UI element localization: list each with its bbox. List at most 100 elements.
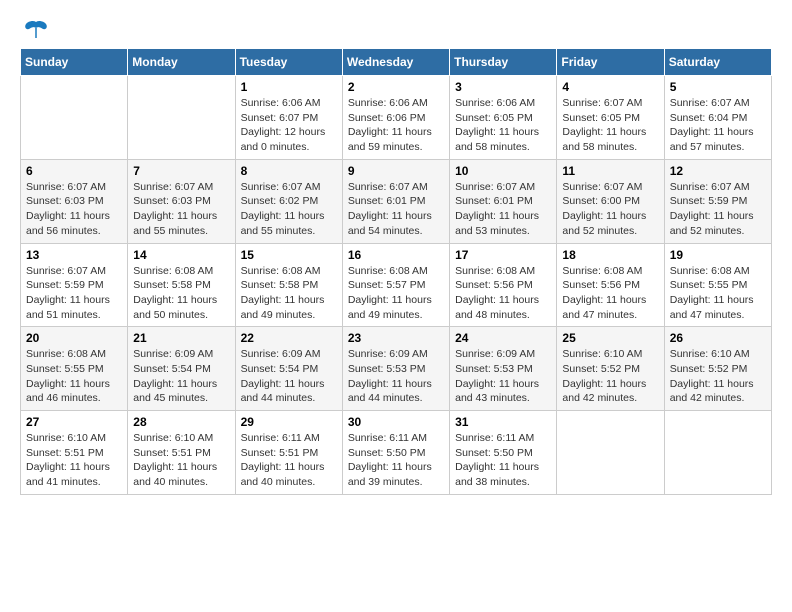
calendar-cell: 17Sunrise: 6:08 AM Sunset: 5:56 PM Dayli… <box>450 243 557 327</box>
day-info: Sunrise: 6:09 AM Sunset: 5:54 PM Dayligh… <box>241 347 337 406</box>
calendar-cell <box>557 411 664 495</box>
day-info: Sunrise: 6:06 AM Sunset: 6:07 PM Dayligh… <box>241 96 337 155</box>
day-number: 6 <box>26 164 122 178</box>
day-number: 15 <box>241 248 337 262</box>
day-number: 24 <box>455 331 551 345</box>
day-number: 1 <box>241 80 337 94</box>
calendar-cell: 14 Sunrise: 6:08 AM Sunset: 5:58 PM Dayli… <box>128 243 235 327</box>
header-tuesday: Tuesday <box>235 49 342 76</box>
day-info: Sunrise: 6:07 AM Sunset: 6:03 PM Dayligh… <box>26 180 122 239</box>
calendar-week-row: 27 Sunrise: 6:10 AM Sunset: 5:51 PM Dayli… <box>21 411 772 495</box>
day-info: Sunrise: 6:07 AM Sunset: 6:03 PM Dayligh… <box>133 180 229 239</box>
day-info: Sunrise: 6:10 AM Sunset: 5:51 PM Dayligh… <box>26 431 122 490</box>
day-number: 26 <box>670 331 766 345</box>
page-header <box>20 20 772 38</box>
day-info: Sunrise: 6:07 AM Sunset: 6:01 PM Dayligh… <box>455 180 551 239</box>
header-sunday: Sunday <box>21 49 128 76</box>
day-number: 20 <box>26 331 122 345</box>
header-monday: Monday <box>128 49 235 76</box>
day-info: Sunrise: 6:09 AM Sunset: 5:53 PM Dayligh… <box>348 347 444 406</box>
day-number: 7 <box>133 164 229 178</box>
calendar-cell: 18 Sunrise: 6:08 AM Sunset: 5:56 PM Dayli… <box>557 243 664 327</box>
day-info: Sunrise: 6:07 AM Sunset: 6:01 PM Dayligh… <box>348 180 444 239</box>
day-number: 11 <box>562 164 658 178</box>
calendar-cell: 5 Sunrise: 6:07 AM Sunset: 6:04 PM Daylig… <box>664 76 771 160</box>
day-info: Sunrise: 6:09 AM Sunset: 5:54 PM Dayligh… <box>133 347 229 406</box>
day-number: 8 <box>241 164 337 178</box>
calendar-week-row: 6 Sunrise: 6:07 AM Sunset: 6:03 PM Daylig… <box>21 159 772 243</box>
calendar-week-row: 1 Sunrise: 6:06 AM Sunset: 6:07 PM Daylig… <box>21 76 772 160</box>
calendar-week-row: 20 Sunrise: 6:08 AM Sunset: 5:55 PM Dayli… <box>21 327 772 411</box>
calendar-cell: 13 Sunrise: 6:07 AM Sunset: 5:59 PM Dayli… <box>21 243 128 327</box>
day-number: 31 <box>455 415 551 429</box>
header-wednesday: Wednesday <box>342 49 449 76</box>
calendar-cell: 22 Sunrise: 6:09 AM Sunset: 5:54 PM Dayli… <box>235 327 342 411</box>
day-number: 2 <box>348 80 444 94</box>
calendar-cell: 2 Sunrise: 6:06 AM Sunset: 6:06 PM Daylig… <box>342 76 449 160</box>
day-number: 28 <box>133 415 229 429</box>
calendar-cell: 11Sunrise: 6:07 AM Sunset: 6:00 PM Dayli… <box>557 159 664 243</box>
day-info: Sunrise: 6:10 AM Sunset: 5:51 PM Dayligh… <box>133 431 229 490</box>
day-number: 5 <box>670 80 766 94</box>
calendar-cell <box>664 411 771 495</box>
day-number: 16 <box>348 248 444 262</box>
calendar-cell: 25 Sunrise: 6:10 AM Sunset: 5:52 PM Dayli… <box>557 327 664 411</box>
day-number: 29 <box>241 415 337 429</box>
day-info: Sunrise: 6:06 AM Sunset: 6:06 PM Dayligh… <box>348 96 444 155</box>
day-info: Sunrise: 6:08 AM Sunset: 5:56 PM Dayligh… <box>455 264 551 323</box>
calendar-cell: 29 Sunrise: 6:11 AM Sunset: 5:51 PM Dayli… <box>235 411 342 495</box>
day-info: Sunrise: 6:08 AM Sunset: 5:55 PM Dayligh… <box>670 264 766 323</box>
day-number: 18 <box>562 248 658 262</box>
day-info: Sunrise: 6:10 AM Sunset: 5:52 PM Dayligh… <box>670 347 766 406</box>
day-info: Sunrise: 6:11 AM Sunset: 5:50 PM Dayligh… <box>455 431 551 490</box>
day-number: 19 <box>670 248 766 262</box>
calendar-cell: 31 Sunrise: 6:11 AM Sunset: 5:50 PM Dayli… <box>450 411 557 495</box>
day-info: Sunrise: 6:08 AM Sunset: 5:58 PM Dayligh… <box>133 264 229 323</box>
calendar-cell: 27 Sunrise: 6:10 AM Sunset: 5:51 PM Dayli… <box>21 411 128 495</box>
day-number: 25 <box>562 331 658 345</box>
calendar-cell: 15 Sunrise: 6:08 AM Sunset: 5:58 PM Dayli… <box>235 243 342 327</box>
header-thursday: Thursday <box>450 49 557 76</box>
calendar-cell: 4Sunrise: 6:07 AM Sunset: 6:05 PM Daylig… <box>557 76 664 160</box>
calendar-cell: 21 Sunrise: 6:09 AM Sunset: 5:54 PM Dayli… <box>128 327 235 411</box>
day-info: Sunrise: 6:08 AM Sunset: 5:55 PM Dayligh… <box>26 347 122 406</box>
calendar-cell: 24 Sunrise: 6:09 AM Sunset: 5:53 PM Dayli… <box>450 327 557 411</box>
calendar-cell <box>21 76 128 160</box>
day-info: Sunrise: 6:07 AM Sunset: 6:04 PM Dayligh… <box>670 96 766 155</box>
day-number: 9 <box>348 164 444 178</box>
calendar-cell: 9 Sunrise: 6:07 AM Sunset: 6:01 PM Daylig… <box>342 159 449 243</box>
day-info: Sunrise: 6:07 AM Sunset: 5:59 PM Dayligh… <box>670 180 766 239</box>
day-info: Sunrise: 6:09 AM Sunset: 5:53 PM Dayligh… <box>455 347 551 406</box>
day-info: Sunrise: 6:08 AM Sunset: 5:58 PM Dayligh… <box>241 264 337 323</box>
calendar-cell: 1 Sunrise: 6:06 AM Sunset: 6:07 PM Daylig… <box>235 76 342 160</box>
day-number: 30 <box>348 415 444 429</box>
day-number: 14 <box>133 248 229 262</box>
day-number: 4 <box>562 80 658 94</box>
day-number: 13 <box>26 248 122 262</box>
calendar-cell: 8Sunrise: 6:07 AM Sunset: 6:02 PM Daylig… <box>235 159 342 243</box>
calendar-cell: 23 Sunrise: 6:09 AM Sunset: 5:53 PM Dayli… <box>342 327 449 411</box>
logo <box>20 20 50 38</box>
day-number: 22 <box>241 331 337 345</box>
day-number: 12 <box>670 164 766 178</box>
calendar-cell: 26 Sunrise: 6:10 AM Sunset: 5:52 PM Dayli… <box>664 327 771 411</box>
day-info: Sunrise: 6:11 AM Sunset: 5:50 PM Dayligh… <box>348 431 444 490</box>
day-number: 21 <box>133 331 229 345</box>
day-number: 10 <box>455 164 551 178</box>
day-number: 27 <box>26 415 122 429</box>
day-info: Sunrise: 6:08 AM Sunset: 5:56 PM Dayligh… <box>562 264 658 323</box>
day-info: Sunrise: 6:11 AM Sunset: 5:51 PM Dayligh… <box>241 431 337 490</box>
header-friday: Friday <box>557 49 664 76</box>
day-info: Sunrise: 6:08 AM Sunset: 5:57 PM Dayligh… <box>348 264 444 323</box>
calendar-cell: 3Sunrise: 6:06 AM Sunset: 6:05 PM Daylig… <box>450 76 557 160</box>
calendar-cell: 12 Sunrise: 6:07 AM Sunset: 5:59 PM Dayli… <box>664 159 771 243</box>
calendar-cell: 7 Sunrise: 6:07 AM Sunset: 6:03 PM Daylig… <box>128 159 235 243</box>
day-number: 23 <box>348 331 444 345</box>
calendar-cell: 28 Sunrise: 6:10 AM Sunset: 5:51 PM Dayli… <box>128 411 235 495</box>
calendar-table: Sunday Monday Tuesday Wednesday Thursday… <box>20 48 772 495</box>
calendar-cell: 10 Sunrise: 6:07 AM Sunset: 6:01 PM Dayli… <box>450 159 557 243</box>
calendar-header-row: Sunday Monday Tuesday Wednesday Thursday… <box>21 49 772 76</box>
day-info: Sunrise: 6:07 AM Sunset: 5:59 PM Dayligh… <box>26 264 122 323</box>
logo-bird-icon <box>22 20 50 42</box>
day-info: Sunrise: 6:10 AM Sunset: 5:52 PM Dayligh… <box>562 347 658 406</box>
